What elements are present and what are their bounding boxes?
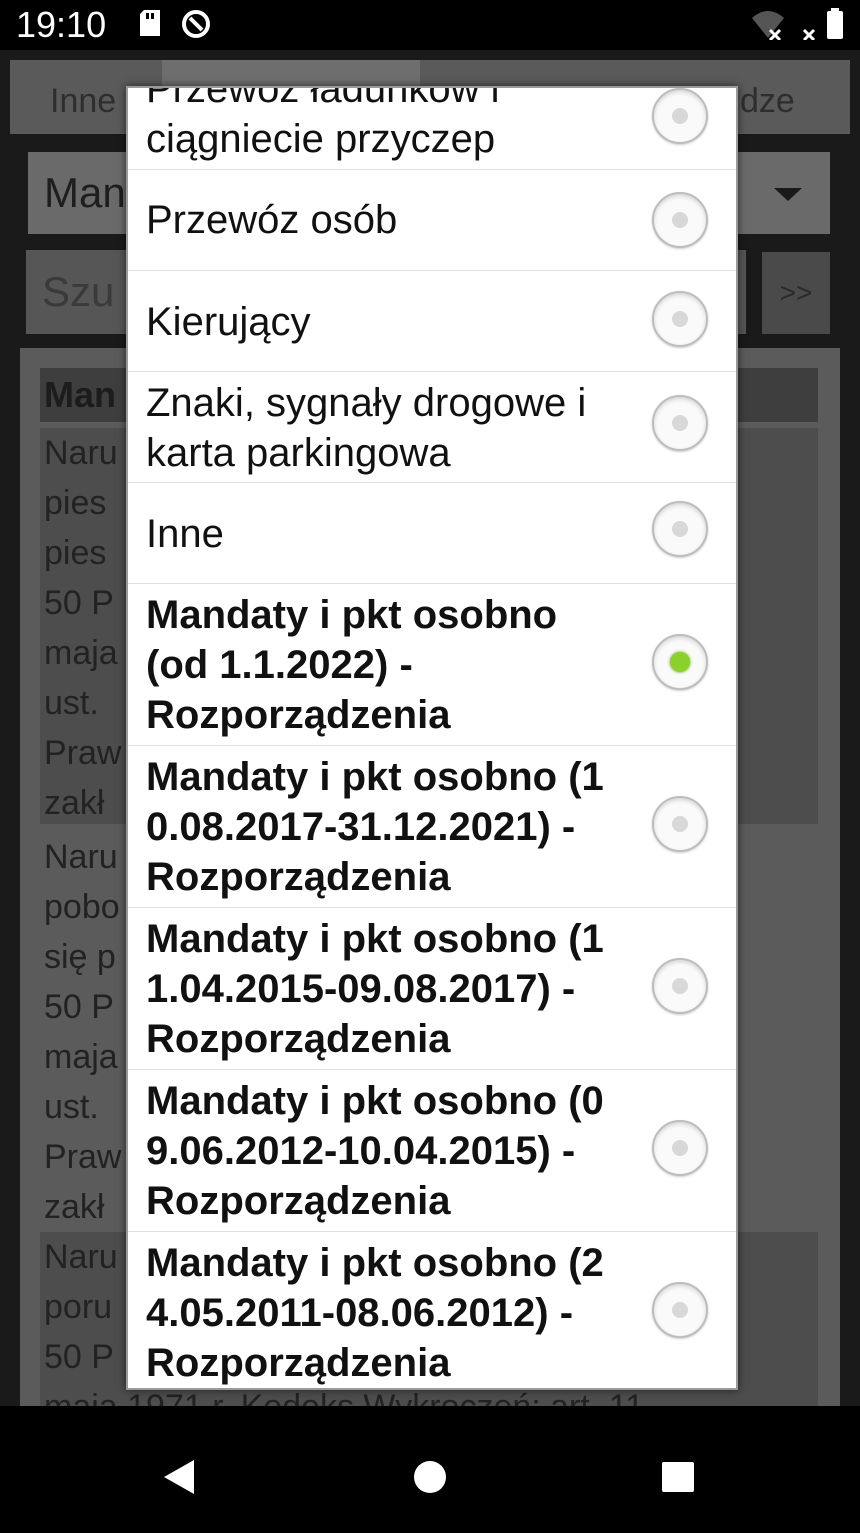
radio-button[interactable] xyxy=(652,958,708,1014)
back-icon xyxy=(140,1460,220,1532)
option-label: Przewóz ładunków i ciągniecie przyczep xyxy=(146,86,500,161)
search-go-button[interactable]: >> xyxy=(762,252,830,334)
home-button[interactable] xyxy=(390,1406,470,1528)
radio-button[interactable] xyxy=(652,291,708,347)
category-picker-dialog: Przewóz ładunków i ciągniecie przyczep P… xyxy=(126,86,738,1390)
option-label: Mandaty i pkt osobno (1 1.04.2015-09.08.… xyxy=(146,917,604,1061)
option-kierujacy[interactable]: Kierujący xyxy=(128,271,736,372)
option-przewoz-ladunkow[interactable]: Przewóz ładunków i ciągniecie przyczep xyxy=(128,86,736,170)
radio-button[interactable] xyxy=(652,501,708,557)
option-label: Inne xyxy=(146,512,224,556)
radio-button[interactable] xyxy=(652,1120,708,1176)
recents-icon xyxy=(638,1462,718,1532)
results-header-label: Man xyxy=(44,374,116,415)
radio-button[interactable] xyxy=(652,192,708,248)
radio-button[interactable] xyxy=(652,796,708,852)
radio-button[interactable] xyxy=(652,88,708,144)
option-mandaty-2012-2015[interactable]: Mandaty i pkt osobno (0 9.06.2012-10.04.… xyxy=(128,1070,736,1232)
navigation-bar xyxy=(0,1406,860,1528)
option-label: Znaki, sygnały drogowe i karta parkingow… xyxy=(146,381,587,475)
option-inne[interactable]: Inne xyxy=(128,483,736,584)
search-placeholder: Szu xyxy=(42,268,115,315)
option-znaki-sygnaly[interactable]: Znaki, sygnały drogowe i karta parkingow… xyxy=(128,372,736,483)
chevron-down-icon xyxy=(774,188,802,201)
recents-button[interactable] xyxy=(638,1406,718,1528)
wifi-off-icon xyxy=(750,8,786,45)
category-dropdown-value: Man xyxy=(44,169,126,216)
option-label: Kierujący xyxy=(146,300,311,344)
sync-icon xyxy=(180,8,212,45)
option-label: Przewóz osób xyxy=(146,198,398,242)
radio-button[interactable] xyxy=(652,1282,708,1338)
option-przewoz-osob[interactable]: Przewóz osób xyxy=(128,170,736,271)
option-mandaty-2015-2017[interactable]: Mandaty i pkt osobno (1 1.04.2015-09.08.… xyxy=(128,908,736,1070)
radio-button[interactable] xyxy=(652,395,708,451)
option-mandaty-2022[interactable]: Mandaty i pkt osobno (od 1.1.2022) - Roz… xyxy=(128,584,736,746)
radio-button-checked[interactable] xyxy=(652,634,708,690)
sd-card-icon xyxy=(138,8,162,43)
option-mandaty-2011-2012[interactable]: Mandaty i pkt osobno (2 4.05.2011-08.06.… xyxy=(128,1232,736,1388)
option-label: Mandaty i pkt osobno (od 1.1.2022) - Roz… xyxy=(146,593,558,737)
back-button[interactable] xyxy=(140,1406,220,1528)
battery-icon xyxy=(826,8,844,45)
clock: 19:10 xyxy=(16,4,107,45)
option-label: Mandaty i pkt osobno (0 9.06.2012-10.04.… xyxy=(146,1079,604,1223)
option-mandaty-2017-2021[interactable]: Mandaty i pkt osobno (1 0.08.2017-31.12.… xyxy=(128,746,736,908)
status-bar: 19:10 xyxy=(0,0,860,50)
option-label: Mandaty i pkt osobno (2 4.05.2011-08.06.… xyxy=(146,1241,604,1385)
home-icon xyxy=(390,1461,470,1532)
option-label: Mandaty i pkt osobno (1 0.08.2017-31.12.… xyxy=(146,755,604,899)
signal-off-icon xyxy=(800,8,820,45)
